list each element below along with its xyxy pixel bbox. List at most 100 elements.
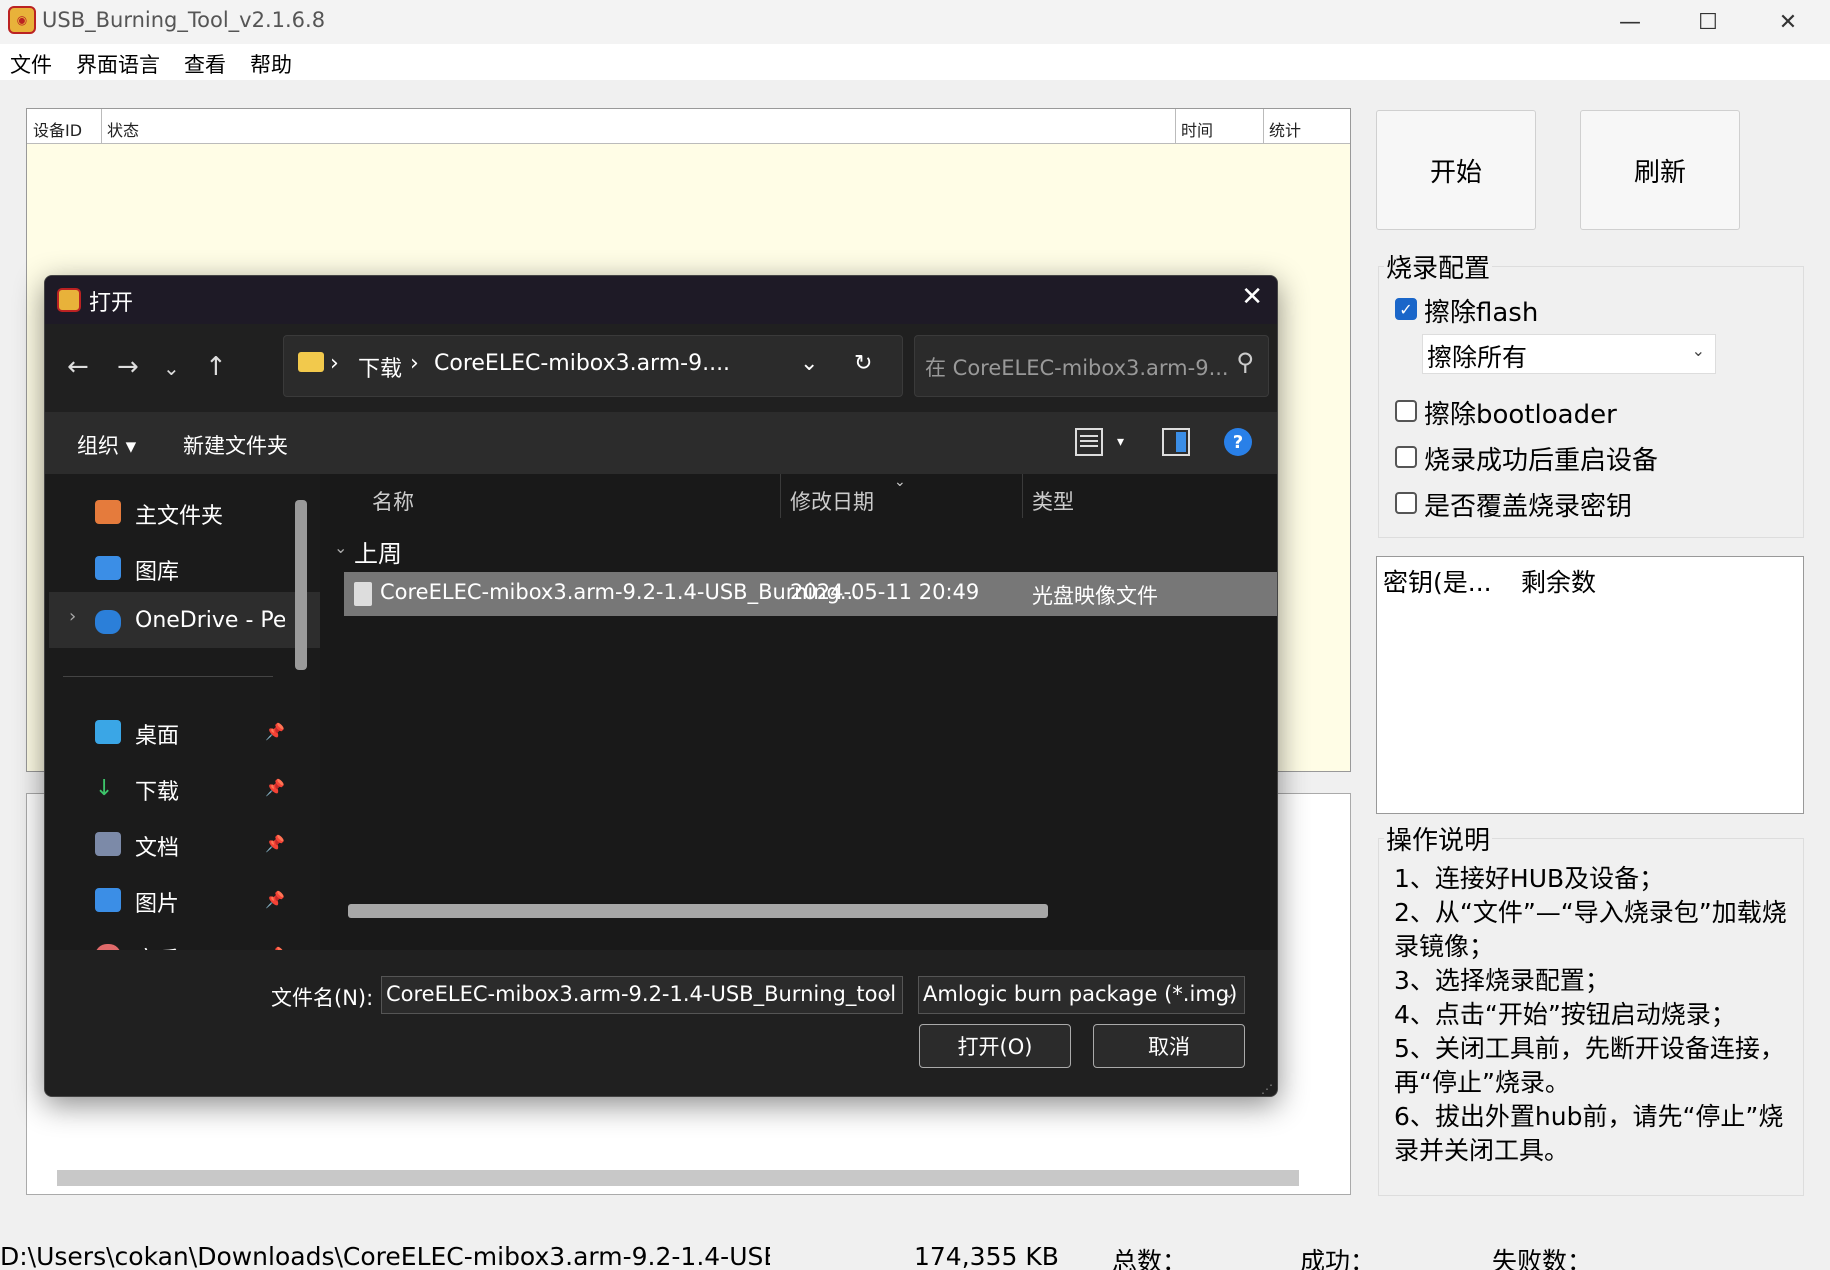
breadcrumb-downloads[interactable]: 下载 bbox=[358, 351, 402, 383]
pin-icon: 📌 bbox=[265, 778, 285, 797]
up-arrow-icon[interactable]: ↑ bbox=[205, 352, 227, 382]
maximize-button[interactable]: ☐ bbox=[1668, 0, 1748, 44]
status-fail: 失败数： bbox=[1492, 1247, 1593, 1270]
col-device-id[interactable]: 设备ID bbox=[33, 117, 82, 141]
filename-value: CoreELEC-mibox3.arm-9.2-1.4-USB_Burning_… bbox=[386, 982, 897, 1006]
file-type: 光盘映像文件 bbox=[1032, 584, 1158, 608]
col-name[interactable]: 名称 bbox=[372, 486, 414, 516]
chevron-down-icon[interactable]: ⌄ bbox=[800, 351, 818, 376]
burn-config-title: 烧录配置 bbox=[1384, 248, 1493, 285]
instruction-line: 6、拔出外置hub前，请先“停止”烧录并关闭工具。 bbox=[1394, 1102, 1784, 1165]
search-box[interactable]: 在 CoreELEC-mibox3.arm-9... ⚲ bbox=[914, 335, 1269, 397]
pin-icon: 📌 bbox=[265, 722, 285, 741]
window-title: USB_Burning_Tool_v2.1.6.8 bbox=[42, 8, 326, 32]
pin-icon: 📌 bbox=[265, 834, 285, 853]
col-time[interactable]: 时间 bbox=[1181, 117, 1213, 141]
open-button[interactable]: 打开(O) bbox=[919, 1024, 1071, 1068]
dialog-nav-bar: ← → ⌄ ↑ › 下载 › CoreELEC-mibox3.arm-9....… bbox=[45, 324, 1277, 412]
pin-icon: 📌 bbox=[265, 890, 285, 909]
start-button[interactable]: 开始 bbox=[1376, 110, 1536, 230]
reboot-label: 烧录成功后重启设备 bbox=[1424, 446, 1659, 476]
minimize-button[interactable]: — bbox=[1590, 0, 1670, 44]
file-name: CoreELEC-mibox3.arm-9.2-1.4-USB_Burning.… bbox=[380, 580, 860, 604]
file-horizontal-scrollbar[interactable] bbox=[348, 904, 1048, 918]
filename-input[interactable]: CoreELEC-mibox3.arm-9.2-1.4-USB_Burning_… bbox=[381, 976, 903, 1014]
status-total: 总数： bbox=[1112, 1247, 1188, 1270]
file-row[interactable]: CoreELEC-mibox3.arm-9.2-1.4-USB_Burning.… bbox=[344, 572, 1277, 616]
erase-mode-value: 擦除所有 bbox=[1427, 343, 1528, 372]
app-icon bbox=[57, 288, 81, 312]
erase-flash-checkbox[interactable]: ✓ bbox=[1395, 298, 1417, 320]
nav-gallery[interactable]: 图库 bbox=[135, 554, 179, 586]
status-path: D:\Users\cokan\Downloads\CoreELEC-mibox3… bbox=[0, 1242, 770, 1270]
overwrite-key-checkbox[interactable] bbox=[1395, 492, 1417, 514]
group-header[interactable]: 上周 bbox=[354, 534, 402, 569]
cancel-button[interactable]: 取消 bbox=[1093, 1024, 1245, 1068]
key-col-key[interactable]: 密钥(是... bbox=[1383, 563, 1492, 599]
nav-documents[interactable]: 文档 bbox=[135, 830, 179, 862]
grid-header: 设备ID 状态 时间 统计 bbox=[27, 109, 1350, 144]
erase-bootloader-checkbox[interactable] bbox=[1395, 400, 1417, 422]
organize-menu[interactable]: 组织 ▾ bbox=[77, 430, 136, 460]
key-list[interactable]: 密钥(是... 剩余数 bbox=[1376, 556, 1804, 814]
reboot-checkbox[interactable] bbox=[1395, 446, 1417, 468]
open-file-dialog: 打开 ✕ ← → ⌄ ↑ › 下载 › CoreELEC-mibox3.arm-… bbox=[44, 275, 1278, 1097]
col-modified[interactable]: 修改日期 bbox=[790, 486, 874, 516]
breadcrumb-folder[interactable]: CoreELEC-mibox3.arm-9.... bbox=[434, 351, 730, 376]
status-success: 成功： bbox=[1300, 1247, 1376, 1270]
collapse-chevron-icon[interactable]: ⌄ bbox=[334, 538, 347, 557]
menu-language[interactable]: 界面语言 bbox=[76, 49, 160, 79]
view-dropdown-icon[interactable]: ▾ bbox=[1117, 434, 1124, 450]
refresh-button[interactable]: 刷新 bbox=[1580, 110, 1740, 230]
close-icon[interactable]: ✕ bbox=[1241, 282, 1263, 312]
nav-scrollbar[interactable] bbox=[295, 500, 307, 670]
status-size: 174,355 KB bbox=[914, 1242, 1059, 1270]
title-bar: ◉ USB_Burning_Tool_v2.1.6.8 — ☐ ✕ bbox=[0, 0, 1830, 44]
download-icon: ↓ bbox=[95, 776, 114, 801]
col-type[interactable]: 类型 bbox=[1032, 486, 1074, 516]
nav-onedrive[interactable]: OneDrive - Per bbox=[135, 608, 285, 633]
menu-file[interactable]: 文件 bbox=[10, 49, 52, 79]
instruction-line: 2、从“文件”—“导入烧录包”加载烧录镜像； bbox=[1394, 898, 1787, 961]
resize-grip-icon[interactable]: ⋰ bbox=[1261, 1082, 1273, 1096]
nav-desktop[interactable]: 桌面 bbox=[135, 718, 179, 750]
folder-icon bbox=[298, 352, 324, 372]
col-stats[interactable]: 统计 bbox=[1269, 117, 1301, 141]
cloud-icon bbox=[95, 610, 121, 634]
menu-view[interactable]: 查看 bbox=[184, 49, 226, 79]
nav-home[interactable]: 主文件夹 bbox=[135, 498, 223, 530]
preview-pane-icon[interactable] bbox=[1162, 428, 1190, 456]
col-status[interactable]: 状态 bbox=[107, 117, 139, 141]
erase-mode-select[interactable]: 擦除所有 ⌄ bbox=[1422, 334, 1716, 374]
dialog-toolbar: 组织 ▾ 新建文件夹 ▾ ? bbox=[45, 412, 1277, 474]
expand-chevron-icon[interactable]: › bbox=[69, 606, 76, 627]
home-icon bbox=[95, 500, 121, 524]
search-placeholder: 在 CoreELEC-mibox3.arm-9... bbox=[925, 356, 1229, 380]
chevron-down-icon: ⌄ bbox=[1691, 341, 1705, 360]
close-button[interactable]: ✕ bbox=[1748, 0, 1828, 44]
back-arrow-icon[interactable]: ← bbox=[67, 352, 89, 382]
new-folder-button[interactable]: 新建文件夹 bbox=[183, 430, 288, 460]
filetype-select[interactable]: Amlogic burn package (*.img) ⌄ bbox=[918, 976, 1245, 1014]
file-date: 2024-05-11 20:49 bbox=[790, 580, 980, 604]
pictures-icon bbox=[95, 888, 121, 912]
nav-pictures[interactable]: 图片 bbox=[135, 886, 179, 918]
gallery-icon bbox=[95, 556, 121, 580]
chevron-down-icon[interactable]: ⌄ bbox=[881, 983, 894, 1002]
view-options-icon[interactable] bbox=[1075, 428, 1103, 456]
help-icon[interactable]: ? bbox=[1224, 428, 1252, 456]
desktop-icon bbox=[95, 720, 121, 744]
erase-flash-label: 擦除flash bbox=[1424, 298, 1539, 328]
file-list[interactable]: 名称 修改日期 ⌄ 类型 ⌄ 上周 CoreELEC-mibox3.arm-9.… bbox=[320, 474, 1277, 950]
menu-help[interactable]: 帮助 bbox=[250, 49, 292, 79]
key-col-remaining[interactable]: 剩余数 bbox=[1521, 563, 1596, 599]
address-bar[interactable]: › 下载 › CoreELEC-mibox3.arm-9.... ⌄ ↻ bbox=[283, 335, 903, 397]
navigation-pane: 主文件夹 图库 › OneDrive - Per 桌面 📌 ↓ 下载 📌 文档 … bbox=[45, 474, 332, 973]
recent-chevron-icon[interactable]: ⌄ bbox=[163, 356, 180, 380]
horizontal-scrollbar[interactable] bbox=[57, 1170, 1299, 1186]
nav-downloads[interactable]: 下载 bbox=[135, 774, 179, 806]
instructions-title: 操作说明 bbox=[1384, 820, 1493, 857]
refresh-icon[interactable]: ↻ bbox=[854, 351, 872, 376]
organize-label: 组织 bbox=[77, 434, 119, 458]
forward-arrow-icon[interactable]: → bbox=[117, 352, 139, 382]
